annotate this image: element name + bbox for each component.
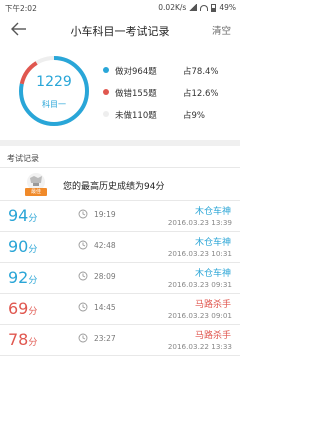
record-score: 92分 <box>8 268 38 287</box>
record-grade: 木仓车神 <box>194 269 231 279</box>
page-title: 小车科目一考试记录 <box>70 25 170 38</box>
total-questions: 1229 <box>36 74 72 90</box>
progress-ring <box>19 56 89 126</box>
record-grade: 马路杀手 <box>194 300 231 310</box>
best-tag: 最佳 <box>25 188 47 196</box>
correct-text: 做对964题 <box>115 67 157 77</box>
clock-icon <box>78 209 88 219</box>
record-score: 90分 <box>8 237 38 256</box>
signal-icon <box>189 4 198 11</box>
battery-level: 49% <box>219 3 236 12</box>
record-score: 94分 <box>8 206 38 225</box>
legend-undone: 未做110题 占9% <box>103 108 237 122</box>
record-duration: 28:09 <box>94 272 116 281</box>
status-time: 下午2:02 <box>5 4 37 13</box>
undone-percent: 占9% <box>183 111 205 121</box>
summary-panel: 1229 科目一 做对964题 占78.4% 做错155题 占12.6% 未做1… <box>0 48 240 132</box>
undone-text: 未做110题 <box>115 111 157 121</box>
record-grade: 木仓车神 <box>194 207 231 217</box>
record-duration: 42:48 <box>94 241 116 250</box>
record-date: 2016.03.23 09:01 <box>167 311 232 320</box>
record-date: 2016.03.23 09:31 <box>167 280 232 289</box>
records-section-title: 考试记录 <box>7 154 39 163</box>
record-duration: 19:19 <box>94 210 116 219</box>
wrong-dot-icon <box>103 89 109 95</box>
correct-dot-icon <box>103 67 109 73</box>
wrong-text: 做错155题 <box>115 89 157 99</box>
clock-icon <box>78 271 88 281</box>
wifi-icon <box>200 4 209 11</box>
record-grade: 木仓车神 <box>194 238 231 248</box>
record-duration: 23:27 <box>94 334 116 343</box>
legend-correct: 做对964题 占78.4% <box>103 64 237 78</box>
best-score-text: 您的最高历史成绩为94分 <box>63 182 165 192</box>
network-speed: 0.02K/s <box>158 3 187 12</box>
status-indicators: 0.02K/s 49% <box>158 3 236 12</box>
clear-button[interactable]: 清空 <box>212 23 231 37</box>
status-bar: 下午2:02 0.02K/s 49% <box>0 0 240 16</box>
record-row[interactable]: 78分 23:27 马路杀手 2016.03.22 13:33 <box>0 325 240 355</box>
wrong-percent: 占12.6% <box>183 89 219 99</box>
subject-label: 科目一 <box>42 100 66 109</box>
battery-icon <box>211 3 217 12</box>
section-separator <box>0 140 240 146</box>
record-row[interactable]: 90分 42:48 木仓车神 2016.03.23 10:31 <box>0 232 240 262</box>
record-score: 69分 <box>8 299 38 318</box>
record-row[interactable]: 94分 19:19 木仓车神 2016.03.23 13:39 <box>0 201 240 231</box>
record-row[interactable] <box>0 356 240 386</box>
record-date: 2016.03.22 13:33 <box>167 342 232 351</box>
record-duration: 14:45 <box>94 303 116 312</box>
app-header: 小车科目一考试记录 清空 <box>0 16 240 44</box>
record-row[interactable]: 69分 14:45 马路杀手 2016.03.23 09:01 <box>0 294 240 324</box>
clock-icon <box>78 240 88 250</box>
record-grade: 马路杀手 <box>194 331 231 341</box>
clock-icon <box>78 302 88 312</box>
record-date: 2016.03.23 13:39 <box>167 218 232 227</box>
clock-icon <box>78 333 88 343</box>
best-score-row: 最佳 您的最高历史成绩为94分 <box>0 168 240 200</box>
legend-wrong: 做错155题 占12.6% <box>103 86 237 100</box>
record-score: 78分 <box>8 330 38 349</box>
correct-percent: 占78.4% <box>183 67 219 77</box>
record-date: 2016.03.23 10:31 <box>167 249 232 258</box>
record-row[interactable]: 92分 28:09 木仓车神 2016.03.23 09:31 <box>0 263 240 293</box>
undone-dot-icon <box>103 111 109 117</box>
